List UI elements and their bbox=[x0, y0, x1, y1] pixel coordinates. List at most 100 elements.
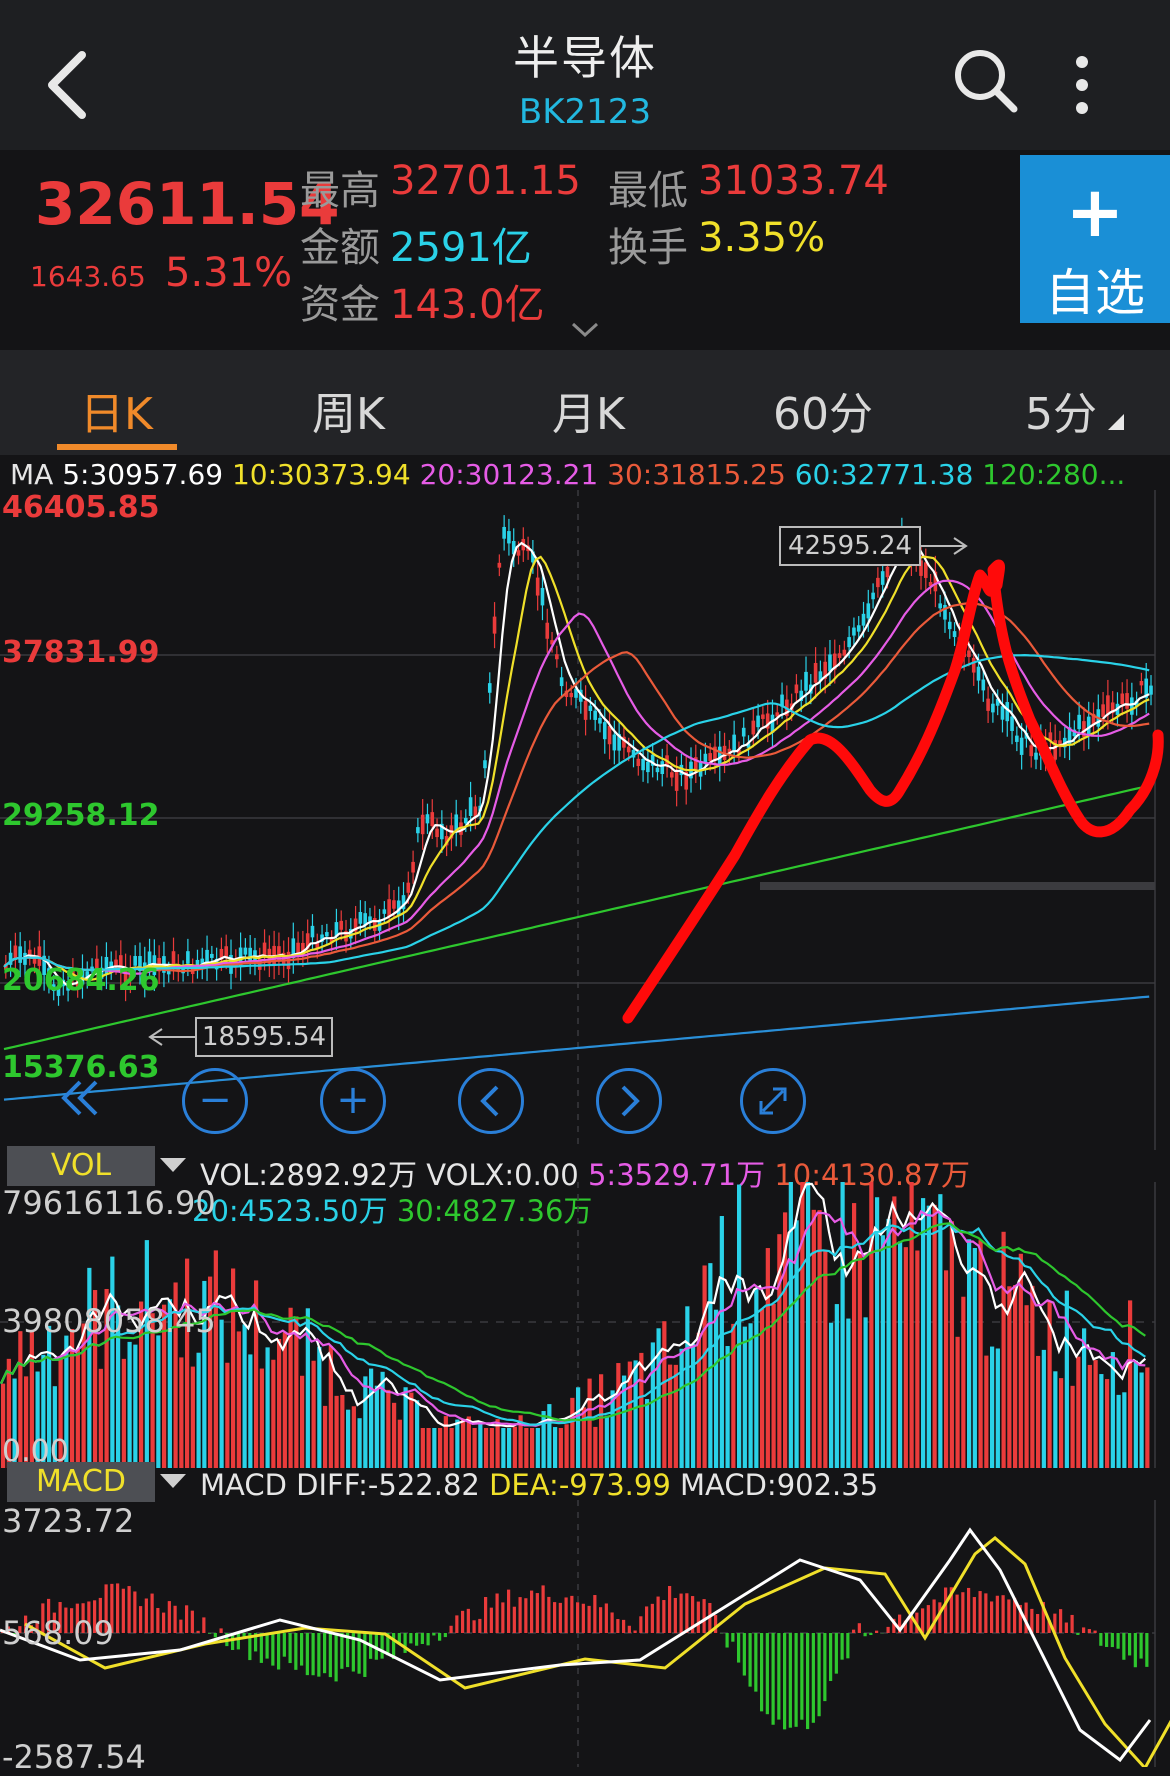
candle-body bbox=[756, 716, 760, 728]
volume-bar bbox=[818, 1210, 822, 1468]
ma-legend: MA 5:30957.69 10:30373.94 20:30123.21 30… bbox=[10, 458, 1125, 491]
macd-bar bbox=[864, 1633, 867, 1636]
more-menu-button[interactable] bbox=[1060, 50, 1104, 120]
volume-bar bbox=[1140, 1373, 1144, 1468]
macd-bar bbox=[438, 1633, 441, 1641]
volume-bar bbox=[1117, 1395, 1121, 1468]
candle-body bbox=[248, 948, 252, 962]
zoom-in-button[interactable]: + bbox=[320, 1068, 386, 1134]
macd-bar bbox=[156, 1608, 159, 1633]
volume-bar bbox=[185, 1259, 189, 1468]
volume-bar bbox=[714, 1310, 718, 1468]
volume-bar bbox=[467, 1416, 471, 1468]
scroll-left-button[interactable] bbox=[458, 1068, 524, 1134]
search-button[interactable] bbox=[950, 45, 1020, 115]
macd-bar bbox=[1117, 1633, 1120, 1649]
volume-bar bbox=[726, 1346, 730, 1468]
candle-body bbox=[867, 603, 871, 618]
tab-60-min[interactable]: 60分 bbox=[773, 378, 873, 442]
volume-bar bbox=[404, 1387, 408, 1468]
zoom-out-button[interactable]: − bbox=[182, 1068, 248, 1134]
macd-bar bbox=[967, 1588, 970, 1633]
volume-bar bbox=[128, 1342, 132, 1468]
macd-bar bbox=[490, 1608, 493, 1633]
macd-bar bbox=[306, 1633, 309, 1675]
candle-body bbox=[296, 943, 300, 953]
macd-bar bbox=[461, 1611, 464, 1633]
candle-body bbox=[1149, 686, 1153, 695]
price-axis-label: 37831.99 bbox=[2, 635, 160, 670]
scroll-to-start-button[interactable] bbox=[50, 1068, 110, 1128]
macd-bar bbox=[214, 1633, 217, 1637]
fullscreen-button[interactable] bbox=[740, 1068, 806, 1134]
expand-details-button[interactable] bbox=[570, 320, 600, 340]
volume-bar bbox=[1145, 1367, 1149, 1468]
macd-bar bbox=[743, 1633, 746, 1676]
add-watchlist-button[interactable]: + 自选 bbox=[1020, 155, 1170, 323]
volume-bar bbox=[243, 1324, 247, 1468]
volume-bar bbox=[484, 1428, 488, 1468]
kline-chart[interactable]: 42595.24 18595.54 bbox=[0, 490, 1170, 1150]
macd-bar bbox=[628, 1626, 631, 1633]
macd-bar bbox=[294, 1633, 297, 1670]
macd-bar bbox=[191, 1611, 194, 1633]
macd-bar bbox=[1134, 1633, 1137, 1667]
volume-bar bbox=[892, 1196, 896, 1468]
volume-bar bbox=[680, 1349, 684, 1468]
volume-bar bbox=[392, 1403, 396, 1468]
more-vertical-icon bbox=[1060, 50, 1104, 120]
candle-body bbox=[387, 899, 391, 917]
macd-bar bbox=[680, 1594, 683, 1633]
vol-axis-label: 39808058.45 bbox=[2, 1302, 216, 1340]
macd-bar bbox=[634, 1630, 637, 1633]
volume-bar bbox=[179, 1357, 183, 1468]
candle-body bbox=[843, 650, 847, 656]
macd-dropdown-icon[interactable] bbox=[160, 1474, 186, 1490]
volume-bar bbox=[634, 1360, 638, 1468]
tab-week-k[interactable]: 周K bbox=[312, 378, 385, 442]
macd-chart[interactable] bbox=[0, 1500, 1170, 1767]
volume-bar bbox=[398, 1420, 402, 1468]
volume-bar bbox=[317, 1347, 321, 1468]
volume-bar bbox=[375, 1386, 379, 1468]
macd-bar bbox=[536, 1593, 539, 1633]
macd-bar bbox=[760, 1633, 763, 1711]
macd-bar bbox=[363, 1633, 366, 1677]
scroll-right-button[interactable] bbox=[596, 1068, 662, 1134]
volume-bar bbox=[685, 1306, 689, 1468]
vol-dropdown-icon[interactable] bbox=[160, 1158, 186, 1174]
candle-body bbox=[804, 672, 808, 691]
candle-body bbox=[1087, 717, 1091, 735]
vol-indicator-tag[interactable]: VOL bbox=[7, 1146, 155, 1186]
volume-bar bbox=[1122, 1392, 1126, 1468]
candle-body bbox=[1077, 715, 1081, 729]
macd-axis-label: 3723.72 bbox=[2, 1502, 134, 1540]
macd-bar bbox=[795, 1633, 798, 1727]
candle-body bbox=[430, 812, 434, 826]
macd-bar bbox=[783, 1633, 786, 1729]
volume-bar bbox=[283, 1332, 287, 1468]
volume-bar bbox=[513, 1427, 517, 1468]
candle-body bbox=[847, 637, 851, 647]
macd-bar bbox=[582, 1604, 585, 1633]
ma5-value: 5:30957.69 bbox=[62, 458, 223, 491]
candle-body bbox=[795, 684, 799, 693]
tab-5-min[interactable]: 5分 bbox=[1025, 378, 1097, 442]
candle-body bbox=[545, 623, 549, 639]
volume-bar bbox=[1013, 1285, 1017, 1468]
candle-body bbox=[507, 531, 511, 543]
macd-bar bbox=[990, 1601, 993, 1633]
volume-bar bbox=[473, 1428, 477, 1468]
candle-body bbox=[982, 680, 986, 691]
candle-body bbox=[359, 912, 363, 924]
ma120-line bbox=[4, 786, 1149, 1049]
tab-month-k[interactable]: 月K bbox=[552, 378, 625, 442]
candle-body bbox=[1106, 695, 1110, 714]
candle-body bbox=[948, 622, 952, 629]
candle-body bbox=[656, 768, 660, 772]
candle-body bbox=[383, 909, 387, 914]
macd-bar bbox=[1140, 1633, 1143, 1659]
macd-indicator-tag[interactable]: MACD bbox=[7, 1462, 155, 1502]
tab-day-k[interactable]: 日K bbox=[80, 378, 153, 442]
volume-bar bbox=[214, 1250, 218, 1468]
